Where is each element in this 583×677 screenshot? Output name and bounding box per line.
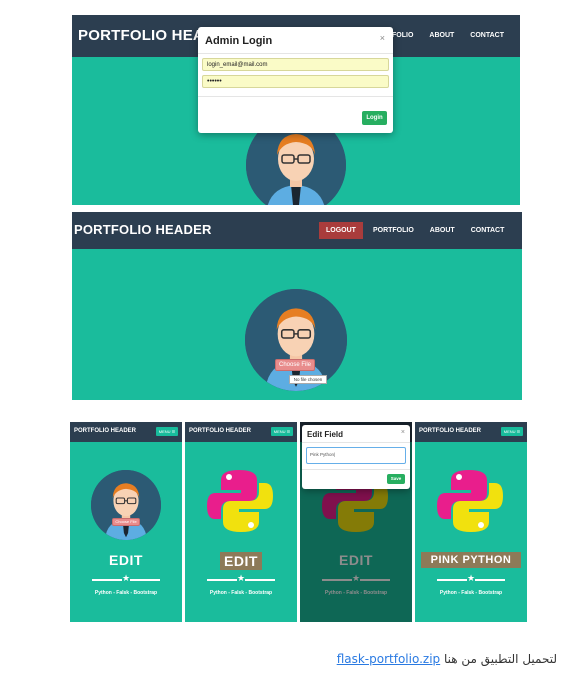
nav-portfolio-link[interactable]: FOLIO <box>392 32 413 39</box>
choose-file-button[interactable]: Choose File <box>112 518 140 526</box>
email-field[interactable]: login_email@mail.com <box>202 58 389 71</box>
pink-python-title[interactable]: PINK PYTHON <box>421 552 521 568</box>
brand-title[interactable]: PORTFOLIO HEADER <box>74 428 136 434</box>
edit-title[interactable]: EDIT <box>70 552 182 568</box>
star-divider: ★ <box>185 573 297 583</box>
phone-view-edit: PORTFOLIO HEADER MENU ☰ Choose File EDIT… <box>70 422 182 622</box>
screenshot-logged-in: PORTFOLIO HEADER LOGOUT PORTFOLIO ABOUT … <box>72 212 522 400</box>
save-button[interactable]: Save <box>387 474 405 484</box>
nav-links: LOGOUT PORTFOLIO ABOUT CONTACT <box>319 222 504 239</box>
no-file-tooltip: No file chosen <box>289 375 327 384</box>
screenshot-admin-login: PORTFOLIO HEAD FOLIO ABOUT CONTACT Admin… <box>72 15 520 205</box>
avatar-illustration <box>91 470 161 540</box>
password-value: •••••• <box>207 78 222 85</box>
choose-file-button[interactable]: Choose File <box>275 359 315 371</box>
star-icon: ★ <box>466 573 476 583</box>
phone-view-python-logo: PORTFOLIO HEADER MENU ☰ EDIT ★ Python - … <box>185 422 297 622</box>
phone-navbar: PORTFOLIO HEADER MENU ☰ <box>185 422 297 442</box>
download-caption-text: لتحميل التطبيق من هنا <box>444 652 557 666</box>
brand-title[interactable]: PORTFOLIO HEADER <box>189 428 251 434</box>
modal-title: Edit Field <box>307 430 343 439</box>
close-icon[interactable]: × <box>380 33 385 43</box>
login-button[interactable]: Login <box>362 111 387 125</box>
edit-title[interactable]: EDIT <box>220 552 262 570</box>
python-logo-icon[interactable] <box>435 466 505 536</box>
download-caption: لتحميل التطبيق من هنا flask-portfolio.zi… <box>337 652 557 666</box>
modal-divider <box>302 442 410 443</box>
email-value: login_email@mail.com <box>207 62 268 68</box>
modal-footer-divider <box>302 469 410 470</box>
edit-field-modal: Edit Field × Pink Python| Save <box>302 425 410 489</box>
skills-text: Python - Falsk - Bootstrap <box>439 590 503 596</box>
phone-view-pink-python: PORTFOLIO HEADER MENU ☰ PINK PYTHON ★ Py… <box>415 422 527 622</box>
modal-divider <box>198 53 393 54</box>
modal-footer-divider <box>198 96 393 97</box>
nav-links: FOLIO ABOUT CONTACT <box>392 32 504 39</box>
password-field[interactable]: •••••• <box>202 75 389 88</box>
phone-navbar: PORTFOLIO HEADER MENU ☰ <box>70 422 182 442</box>
edit-field-value: Pink Python| <box>310 452 336 457</box>
star-divider: ★ <box>415 573 527 583</box>
nav-contact-link[interactable]: CONTACT <box>471 227 505 234</box>
phone-navbar: PORTFOLIO HEADER MENU ☰ <box>415 422 527 442</box>
star-icon: ★ <box>121 573 131 583</box>
hero-section: Choose File No file chosen <box>72 249 522 400</box>
nav-contact-link[interactable]: CONTACT <box>470 32 504 39</box>
brand-title[interactable]: PORTFOLIO HEADER <box>419 428 481 434</box>
phone-view-edit-field: PORTFOLIO HEADER MENU ☰ EDIT ★ Python - … <box>300 422 412 622</box>
close-icon[interactable]: × <box>401 429 405 436</box>
brand-title[interactable]: PORTFOLIO HEADER <box>74 222 212 237</box>
skills-text: Python - Falsk - Bootstrap <box>209 590 273 596</box>
nav-about-link[interactable]: ABOUT <box>430 227 455 234</box>
skills-text: Python - Falsk - Bootstrap <box>94 590 158 596</box>
menu-button[interactable]: MENU ☰ <box>156 427 178 436</box>
nav-portfolio-link[interactable]: PORTFOLIO <box>373 227 414 234</box>
menu-button[interactable]: MENU ☰ <box>501 427 523 436</box>
menu-button[interactable]: MENU ☰ <box>271 427 293 436</box>
star-divider: ★ <box>70 573 182 583</box>
python-logo-icon[interactable] <box>205 466 275 536</box>
nav-about-link[interactable]: ABOUT <box>429 32 454 39</box>
star-icon: ★ <box>236 573 246 583</box>
navbar: PORTFOLIO HEADER LOGOUT PORTFOLIO ABOUT … <box>72 212 522 249</box>
brand-title[interactable]: PORTFOLIO HEAD <box>78 27 215 44</box>
modal-title: Admin Login <box>205 35 273 47</box>
avatar <box>91 470 161 540</box>
download-link[interactable]: flask-portfolio.zip <box>337 652 440 666</box>
logout-button[interactable]: LOGOUT <box>319 222 363 239</box>
admin-login-modal: Admin Login × login_email@mail.com •••••… <box>198 27 393 133</box>
edit-field-input[interactable]: Pink Python| <box>306 447 406 464</box>
